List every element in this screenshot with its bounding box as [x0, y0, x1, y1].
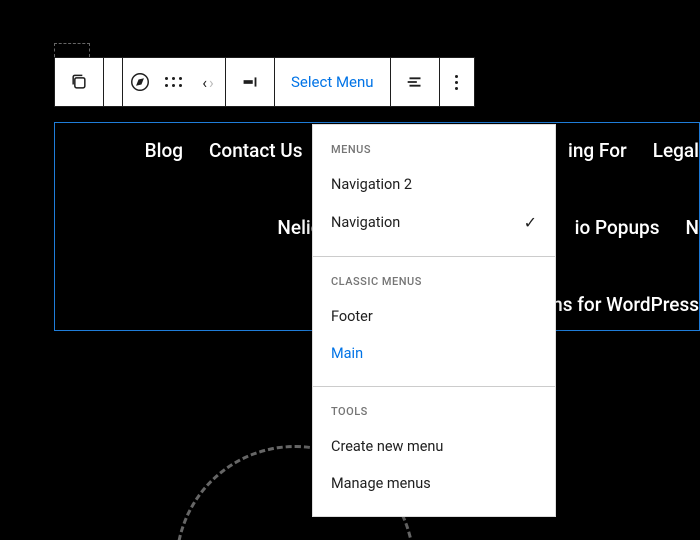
dropdown-section-title: MENUS	[313, 139, 555, 166]
menu-option-navigation-2[interactable]: Navigation 2	[313, 166, 555, 203]
select-menu-button[interactable]: Select Menu	[275, 58, 390, 106]
menu-option-label: Manage menus	[331, 475, 431, 492]
align-button[interactable]	[226, 58, 274, 106]
move-button[interactable]	[157, 58, 191, 106]
menu-option-label: Create new menu	[331, 438, 443, 455]
drag-dots-icon	[165, 77, 183, 88]
drag-handle[interactable]	[54, 43, 90, 57]
dropdown-section-title: TOOLS	[313, 401, 555, 428]
menu-option-footer[interactable]: Footer	[313, 298, 555, 335]
nav-link[interactable]: ing For	[568, 139, 627, 162]
move-left-right[interactable]: ‹ ›	[191, 58, 225, 106]
dropdown-section-tools: TOOLS Create new menu Manage menus	[313, 387, 555, 516]
select-menu-dropdown: MENUS Navigation 2 Navigation ✓ CLASSIC …	[312, 124, 556, 517]
chevron-left-icon: ‹	[202, 73, 207, 92]
justify-button[interactable]	[391, 58, 439, 106]
tool-create-menu[interactable]: Create new menu	[313, 428, 555, 465]
nav-link[interactable]: Blog	[145, 139, 183, 162]
menu-option-main[interactable]: Main	[313, 335, 555, 372]
block-toolbar: ‹ › Select Menu	[54, 57, 475, 107]
compass-icon	[129, 71, 151, 93]
tool-manage-menus[interactable]: Manage menus	[313, 465, 555, 502]
dropdown-section-title: CLASSIC MENUS	[313, 271, 555, 298]
nav-link[interactable]: Legal	[653, 139, 699, 162]
nav-link[interactable]: N	[686, 216, 699, 239]
check-icon: ✓	[524, 213, 537, 232]
kebab-icon	[455, 75, 458, 90]
nav-link[interactable]: io Popups	[575, 216, 660, 239]
copy-icon	[69, 72, 89, 92]
align-right-icon	[239, 71, 261, 93]
nav-link[interactable]: Contact Us	[209, 139, 303, 162]
menu-option-label: Navigation	[331, 214, 400, 231]
menu-option-label: Navigation 2	[331, 176, 412, 193]
chevron-right-icon: ›	[209, 73, 214, 92]
more-options-button[interactable]	[440, 58, 474, 106]
block-icon-button[interactable]	[55, 58, 103, 106]
menu-option-label: Main	[331, 345, 363, 362]
dropdown-section-menus: MENUS Navigation 2 Navigation ✓	[313, 125, 555, 257]
nav-link[interactable]: ns for WordPress	[552, 293, 699, 316]
justify-icon	[404, 71, 426, 93]
menu-option-navigation[interactable]: Navigation ✓	[313, 203, 555, 242]
compass-button[interactable]	[123, 58, 157, 106]
dropdown-section-classic: CLASSIC MENUS Footer Main	[313, 257, 555, 387]
menu-option-label: Footer	[331, 308, 373, 325]
